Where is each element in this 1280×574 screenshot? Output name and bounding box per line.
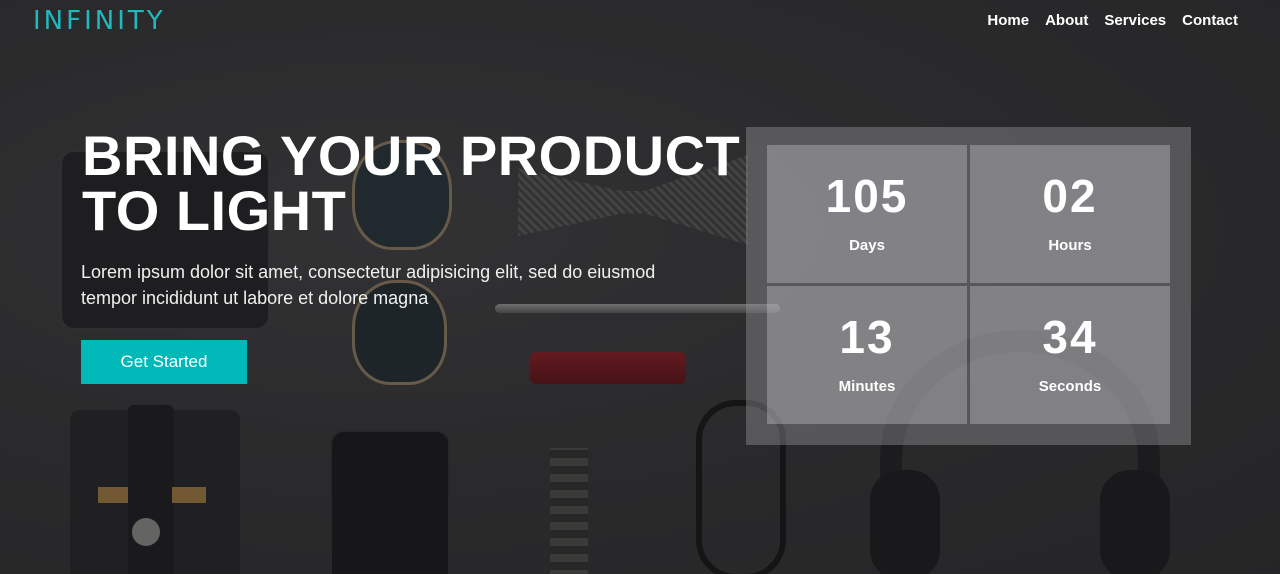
countdown-hours-label: Hours <box>1048 237 1092 254</box>
countdown-days: 105 Days <box>767 145 967 283</box>
countdown-seconds-label: Seconds <box>1038 378 1102 395</box>
hero-headline-line1: BRING YOUR PRODUCT <box>82 124 741 187</box>
nav-link-home[interactable]: Home <box>987 12 1029 29</box>
countdown-hours-value: 02 <box>1042 170 1098 222</box>
hero-lead-line2: tempor incididunt ut labore et dolore ma… <box>81 288 429 308</box>
nav-link-services[interactable]: Services <box>1104 12 1166 29</box>
countdown-minutes: 13 Minutes <box>767 286 967 424</box>
hero-headline: BRING YOUR PRODUCT TO LIGHT <box>82 128 742 239</box>
countdown-minutes-label: Minutes <box>838 378 896 395</box>
hero-lead-text: Lorem ipsum dolor sit amet, consectetur … <box>81 259 721 311</box>
countdown-seconds: 34 Seconds <box>970 286 1170 424</box>
hero-lead-line1: Lorem ipsum dolor sit amet, consectetur … <box>81 262 656 282</box>
main-nav: Home About Services Contact <box>987 12 1238 29</box>
countdown-seconds-value: 34 <box>1042 311 1098 363</box>
nav-link-contact[interactable]: Contact <box>1182 12 1238 29</box>
countdown-days-value: 105 <box>825 170 909 222</box>
countdown-minutes-value: 13 <box>839 311 895 363</box>
countdown-timer: 105 Days 02 Hours 13 Minutes 34 Seconds <box>746 127 1191 445</box>
hero-headline-line2: TO LIGHT <box>82 179 347 242</box>
nav-link-about[interactable]: About <box>1045 12 1088 29</box>
get-started-button[interactable]: Get Started <box>81 340 247 384</box>
countdown-hours: 02 Hours <box>970 145 1170 283</box>
site-logo[interactable]: INFINITY <box>33 6 166 36</box>
countdown-days-label: Days <box>849 237 885 254</box>
